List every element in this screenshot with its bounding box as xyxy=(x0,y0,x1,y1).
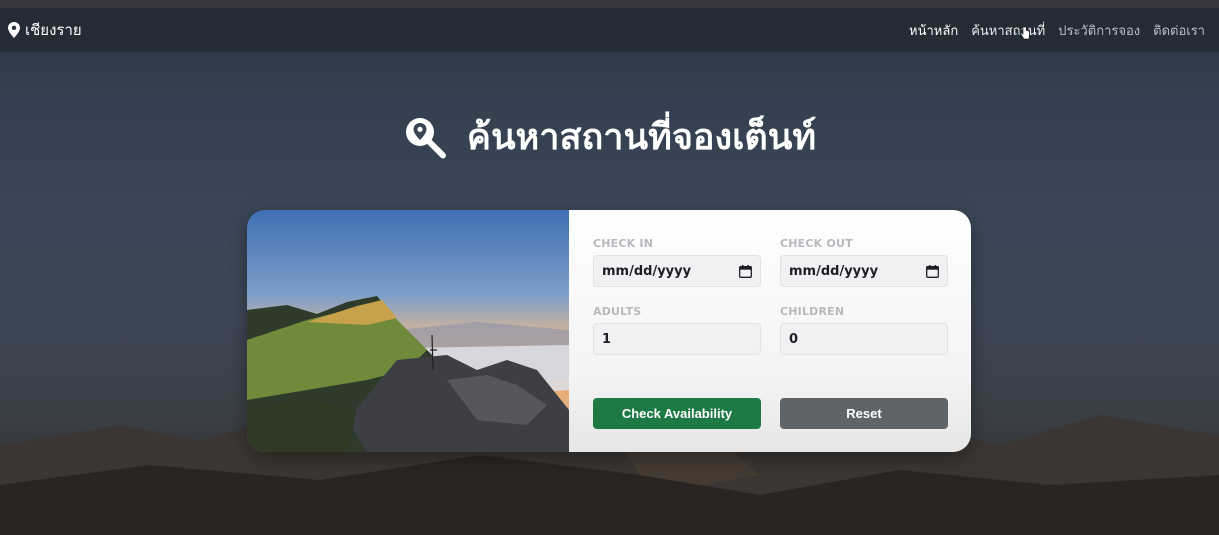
nav-links: หน้าหลัก ค้นหาสถานที่ ประวัติการจอง ติดต… xyxy=(909,20,1205,41)
children-value: 0 xyxy=(789,331,799,347)
check-out-value: mm/dd/yyyy xyxy=(789,263,879,279)
nav-link-history[interactable]: ประวัติการจอง xyxy=(1058,20,1140,41)
booking-card: CHECK IN mm/dd/yyyy CHECK OUT mm/dd/yyyy xyxy=(247,210,971,452)
check-availability-button[interactable]: Check Availability xyxy=(593,398,761,429)
children-label: CHILDREN xyxy=(780,305,845,318)
search-location-icon xyxy=(405,117,446,158)
children-field: CHILDREN 0 xyxy=(780,305,948,355)
adults-label: ADULTS xyxy=(593,305,642,318)
navbar: เชียงราย หน้าหลัก ค้นหาสถานที่ ประวัติกา… xyxy=(0,8,1219,52)
check-out-label: CHECK OUT xyxy=(780,237,853,250)
adults-input[interactable]: 1 xyxy=(593,323,761,355)
hero: ค้นหาสถานที่จองเต็นท์ xyxy=(0,108,1219,165)
booking-form: CHECK IN mm/dd/yyyy CHECK OUT mm/dd/yyyy xyxy=(569,210,971,452)
check-out-input[interactable]: mm/dd/yyyy xyxy=(780,255,948,287)
page-title: ค้นหาสถานที่จองเต็นท์ xyxy=(466,117,817,158)
check-in-field: CHECK IN mm/dd/yyyy xyxy=(593,237,761,287)
mountain-photo xyxy=(247,210,569,452)
check-in-value: mm/dd/yyyy xyxy=(602,263,692,279)
check-out-field: CHECK OUT mm/dd/yyyy xyxy=(780,237,948,287)
adults-field: ADULTS 1 xyxy=(593,305,761,355)
map-pin-icon xyxy=(8,22,20,38)
nav-link-contact[interactable]: ติดต่อเรา xyxy=(1153,20,1205,41)
hand-cursor-icon xyxy=(1020,26,1030,40)
nav-link-search[interactable]: ค้นหาสถานที่ xyxy=(971,20,1045,41)
brand-name: เชียงราย xyxy=(25,21,82,39)
nav-link-home[interactable]: หน้าหลัก xyxy=(909,20,958,41)
check-in-label: CHECK IN xyxy=(593,237,654,250)
children-input[interactable]: 0 xyxy=(780,323,948,355)
window-top-strip xyxy=(0,0,1219,8)
check-in-input[interactable]: mm/dd/yyyy xyxy=(593,255,761,287)
brand[interactable]: เชียงราย xyxy=(8,18,82,42)
calendar-icon[interactable] xyxy=(926,264,939,278)
calendar-icon[interactable] xyxy=(739,264,752,278)
reset-button[interactable]: Reset xyxy=(780,398,948,429)
adults-value: 1 xyxy=(602,331,612,347)
